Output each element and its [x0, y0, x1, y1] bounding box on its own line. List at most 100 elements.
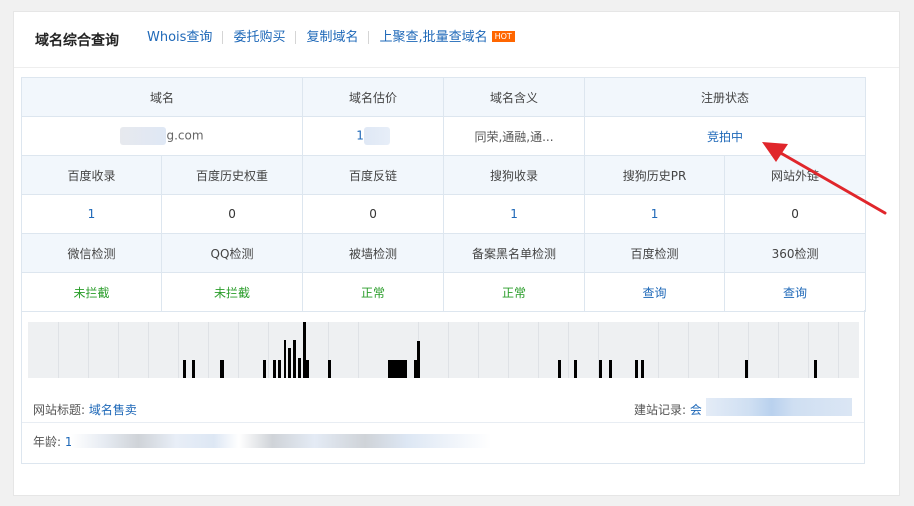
header-nav: Whois查询 委托购买 复制域名 上聚查,批量查域名 HOT [137, 31, 525, 44]
table-row: g.com 1 同荣,通融,通... 竞拍中 [20, 116, 867, 156]
baidu-check-link[interactable]: 查询 [584, 272, 726, 312]
gridline [838, 322, 839, 378]
check-360-link[interactable]: 查询 [724, 272, 867, 312]
gridline [508, 322, 509, 378]
blacklist-check-value: 正常 [443, 272, 586, 312]
header-wall-check: 被墙检测 [302, 233, 445, 273]
gridline [658, 322, 659, 378]
history-bar [574, 360, 577, 378]
site-title-field: 网站标题: 域名售卖 [33, 401, 137, 418]
commission-buy-link[interactable]: 委托购买 [222, 31, 295, 44]
header-qq-check: QQ检测 [160, 233, 304, 273]
gridline [268, 322, 269, 378]
history-bar [284, 340, 286, 378]
gridline [208, 322, 209, 378]
header-360-check: 360检测 [724, 233, 867, 273]
history-bar [388, 360, 407, 378]
history-bar [609, 360, 612, 378]
page-title: 域名综合查询 [35, 33, 119, 49]
history-bar [192, 360, 195, 378]
gridline [358, 322, 359, 378]
site-title-link[interactable]: 域名售卖 [89, 403, 137, 417]
history-bar [635, 360, 638, 378]
history-bar [273, 360, 276, 378]
history-timeline-chart [28, 322, 859, 378]
history-bar [745, 360, 748, 378]
gridline [448, 322, 449, 378]
meaning-value: 同荣,通融,通... [443, 116, 586, 156]
table-row: 域名 域名估价 域名含义 注册状态 [20, 77, 867, 117]
history-section: 网站标题: 域名售卖 建站记录: 会 年龄: 1 [21, 310, 865, 464]
blurred-region [120, 127, 167, 145]
history-bar [306, 360, 309, 378]
header-baidu-check: 百度检测 [584, 233, 726, 273]
table-row: 未拦截 未拦截 正常 正常 查询 查询 [21, 272, 867, 312]
sogou-pr-value[interactable]: 1 [584, 194, 726, 234]
table-row: 1 0 0 1 1 0 [21, 194, 867, 234]
header-baidu-backlink: 百度反链 [302, 155, 445, 195]
baidu-backlink-value: 0 [302, 194, 445, 234]
history-bar [814, 360, 817, 378]
history-bar [288, 348, 291, 378]
gridline [748, 322, 749, 378]
gridline [58, 322, 59, 378]
table-row: 微信检测 QQ检测 被墙检测 备案黑名单检测 百度检测 360检测 [21, 233, 867, 273]
header-blacklist-check: 备案黑名单检测 [443, 233, 586, 273]
table-row: 百度收录 百度历史权重 百度反链 搜狗收录 搜狗历史PR 网站外链 [21, 155, 867, 195]
history-bar [298, 358, 301, 378]
gridline [808, 322, 809, 378]
baidu-weight-value: 0 [160, 194, 304, 234]
site-info-row: 网站标题: 域名售卖 建站记录: 会 [22, 394, 864, 423]
gridline [778, 322, 779, 378]
blurred-region [706, 398, 852, 416]
history-bar [263, 360, 266, 378]
gridline [148, 322, 149, 378]
wechat-check-value: 未拦截 [21, 272, 162, 312]
history-bar [599, 360, 602, 378]
header-status: 注册状态 [584, 77, 867, 117]
status-auction-link[interactable]: 竞拍中 [707, 130, 743, 144]
estimate-cell: 1 [302, 116, 445, 156]
history-bar [641, 360, 644, 378]
history-bar [558, 360, 561, 378]
history-bar [417, 341, 420, 378]
baidu-index-value[interactable]: 1 [21, 194, 162, 234]
gridline [478, 322, 479, 378]
history-bar [293, 340, 296, 378]
batch-query-link[interactable]: 上聚查,批量查域名 HOT [368, 31, 524, 44]
hot-badge: HOT [491, 31, 515, 42]
header-domain: 域名 [20, 77, 304, 117]
card-header: 域名综合查询 Whois查询 委托购买 复制域名 上聚查,批量查域名 HOT [14, 12, 899, 68]
blurred-region [363, 127, 390, 145]
blurred-region [71, 434, 491, 448]
build-record-link[interactable]: 会 [690, 403, 702, 417]
gridline [238, 322, 239, 378]
sogou-index-value[interactable]: 1 [443, 194, 586, 234]
build-record-field: 建站记录: 会 [634, 401, 702, 418]
gridline [178, 322, 179, 378]
gridline [688, 322, 689, 378]
annotation-arrow-icon [762, 142, 887, 215]
history-bar [278, 360, 281, 378]
header-wechat-check: 微信检测 [21, 233, 162, 273]
header-sogou-index: 搜狗收录 [443, 155, 586, 195]
header-sogou-pr: 搜狗历史PR [584, 155, 726, 195]
site-title-label: 网站标题: [33, 403, 86, 417]
build-record-label: 建站记录: [634, 403, 687, 417]
domain-info-table: 域名 域名估价 域名含义 注册状态 g.com 1 同荣,通融,通... 竞拍中… [20, 77, 867, 312]
gridline [538, 322, 539, 378]
batch-query-label: 上聚查,批量查域名 [379, 30, 488, 45]
history-bar [183, 360, 186, 378]
whois-link[interactable]: Whois查询 [137, 31, 222, 44]
wall-check-value: 正常 [302, 272, 445, 312]
header-baidu-weight: 百度历史权重 [160, 155, 304, 195]
copy-domain-link[interactable]: 复制域名 [295, 31, 368, 44]
domain-cell: g.com [20, 116, 304, 156]
gridline [568, 322, 569, 378]
header-baidu-index: 百度收录 [21, 155, 162, 195]
history-bar [220, 360, 224, 378]
estimate-value[interactable]: 1 [356, 129, 364, 143]
qq-check-value: 未拦截 [160, 272, 304, 312]
gridline [118, 322, 119, 378]
header-estimate: 域名估价 [302, 77, 445, 117]
